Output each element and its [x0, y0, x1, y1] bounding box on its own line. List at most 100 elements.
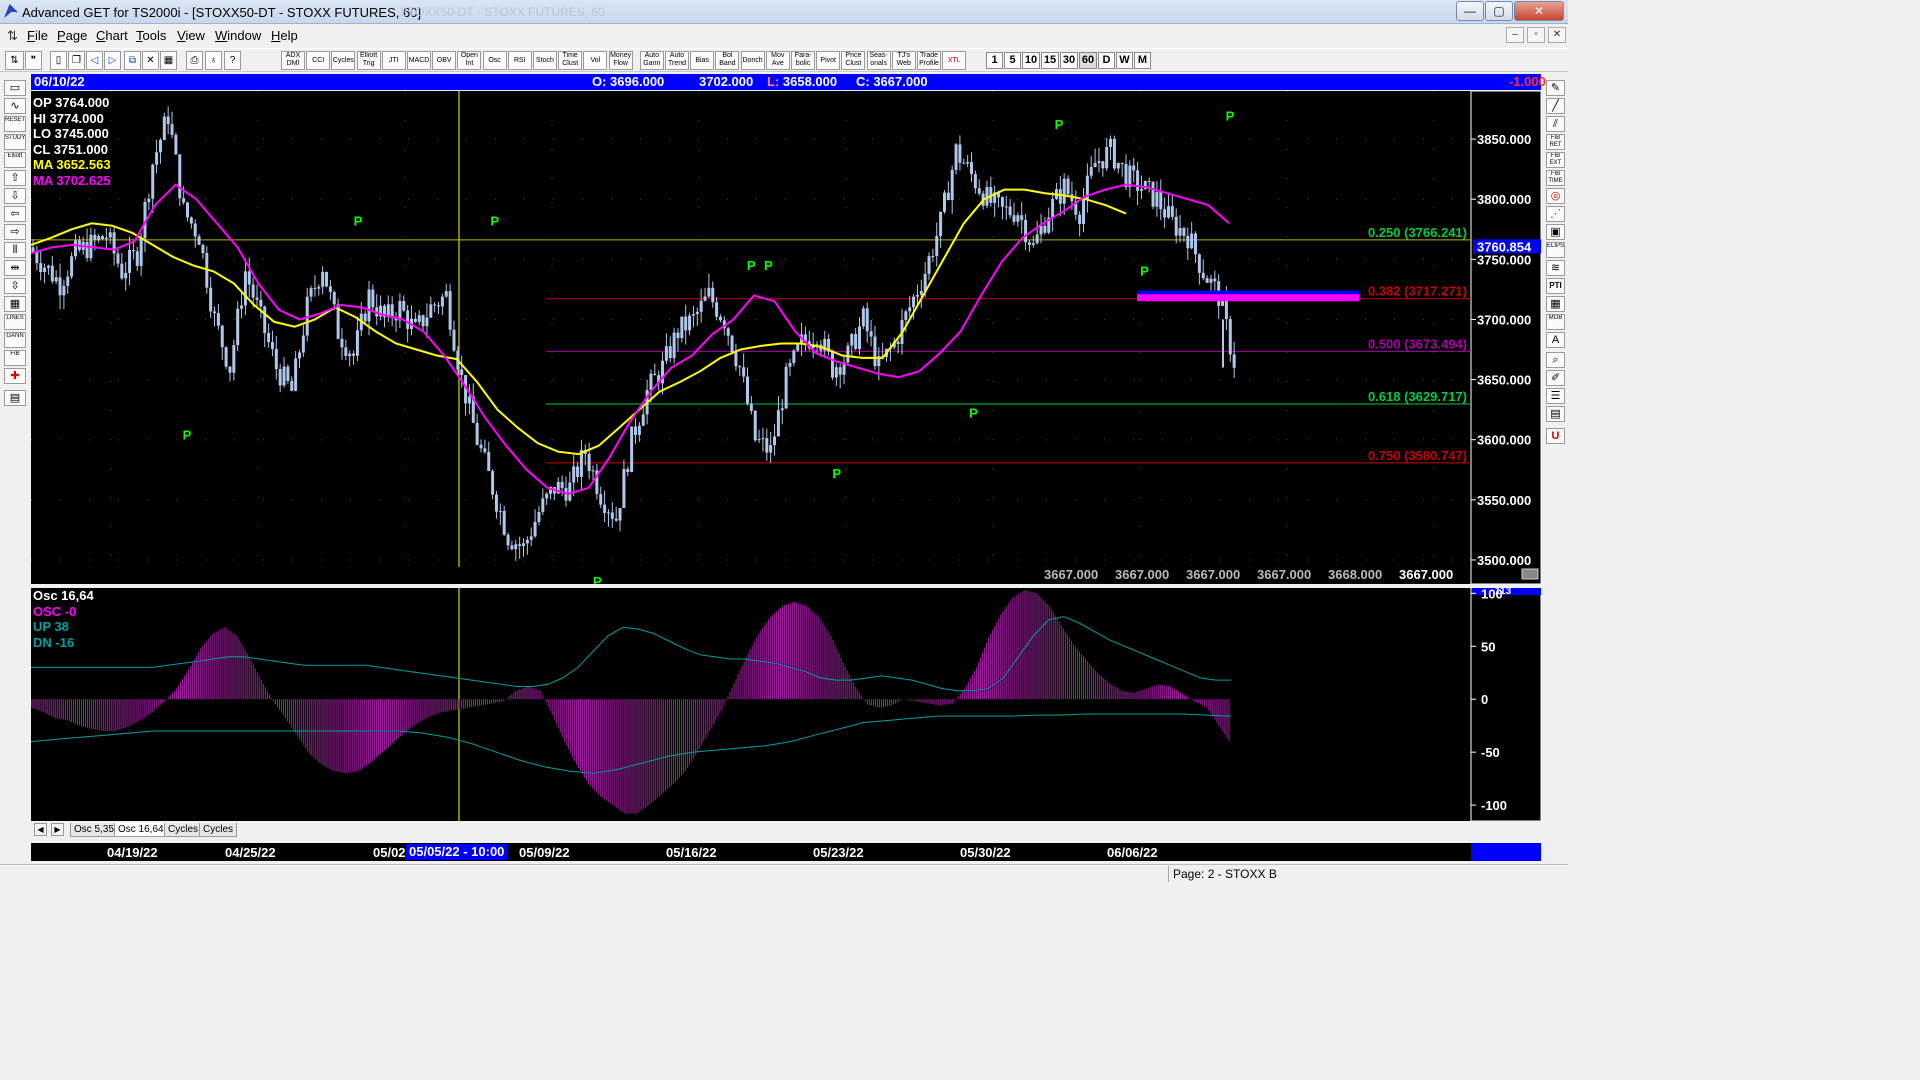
candle-body[interactable]	[838, 367, 842, 375]
indicator-button-vol[interactable]: Vol	[583, 51, 608, 70]
candle-body[interactable]	[1178, 228, 1182, 236]
candle-body[interactable]	[614, 518, 618, 521]
menu-page[interactable]: Page	[57, 28, 87, 43]
candle-body[interactable]	[873, 336, 877, 367]
candle-body[interactable]	[236, 308, 240, 346]
candle-body[interactable]	[931, 255, 935, 257]
candle-body[interactable]	[776, 410, 780, 437]
compress-icon[interactable]: ⇳	[4, 278, 26, 294]
candle-body[interactable]	[1170, 206, 1174, 217]
indicator-button-cci[interactable]: CCI	[306, 51, 331, 70]
candle-body[interactable]	[128, 249, 132, 273]
candle-body[interactable]	[73, 240, 77, 257]
candle-body[interactable]	[545, 493, 549, 499]
menu-chart[interactable]: Chart	[96, 28, 128, 43]
candle-body[interactable]	[738, 366, 742, 368]
candle-body[interactable]	[1101, 161, 1105, 169]
candle-body[interactable]	[1008, 206, 1012, 216]
candle-body[interactable]	[62, 285, 66, 296]
candle-body[interactable]	[529, 536, 533, 540]
candle-body[interactable]	[1112, 138, 1116, 169]
candle-body[interactable]	[749, 403, 753, 411]
candle-body[interactable]	[278, 369, 282, 386]
matrix-tool-icon[interactable]: ▦	[1546, 296, 1565, 312]
candle-body[interactable]	[1097, 161, 1101, 163]
candle-body[interactable]	[1201, 272, 1205, 279]
candle-body[interactable]	[1213, 278, 1217, 282]
quote-icon[interactable]: ❞	[25, 51, 42, 70]
crosshair-icon[interactable]: ✚	[4, 368, 26, 384]
reset-button[interactable]: RESET	[4, 116, 26, 132]
oscillator-chart[interactable]: 113100500-50-100	[31, 588, 1541, 821]
study-button[interactable]: STUDY	[4, 134, 26, 150]
candle-body[interactable]	[1089, 167, 1093, 176]
candle-body[interactable]	[282, 366, 286, 386]
candle-body[interactable]	[850, 334, 854, 346]
candle-body[interactable]	[417, 315, 421, 322]
indicator-button-bias[interactable]: Bias	[690, 51, 715, 70]
candle-body[interactable]	[680, 316, 684, 339]
candle-body[interactable]	[162, 116, 166, 140]
candle-body[interactable]	[977, 188, 981, 194]
candle-body[interactable]	[328, 286, 332, 293]
menu-tools[interactable]: Tools	[136, 28, 166, 43]
candle-body[interactable]	[1174, 216, 1178, 236]
text-tool-icon[interactable]: A	[1546, 332, 1565, 348]
candle-body[interactable]	[1139, 189, 1143, 191]
candle-body[interactable]	[784, 366, 788, 409]
indicator-button-elliott-trig[interactable]: Elliott Trig	[356, 51, 381, 70]
help-icon[interactable]: ?	[224, 51, 241, 70]
mdi-close-button[interactable]: ✕	[1548, 27, 1566, 43]
pencil-icon[interactable]: ✎	[1546, 80, 1565, 96]
candle-body[interactable]	[1147, 180, 1151, 182]
candle-body[interactable]	[861, 308, 865, 327]
candle-body[interactable]	[1024, 219, 1028, 243]
candle-body[interactable]	[908, 307, 912, 312]
bulb-icon[interactable]: ♁	[205, 51, 222, 70]
candle-body[interactable]	[537, 511, 541, 522]
arrow-left-icon[interactable]: ⇦	[4, 206, 26, 222]
properties-icon[interactable]: ▤	[4, 390, 26, 406]
candle-body[interactable]	[1093, 162, 1097, 168]
pivot-marker[interactable]: P	[354, 213, 363, 228]
candle-body[interactable]	[691, 314, 695, 316]
menu-file[interactable]: File	[27, 28, 48, 43]
report-tool-icon[interactable]: ▤	[1546, 406, 1565, 422]
candle-body[interactable]	[1078, 214, 1082, 224]
candle-body[interactable]	[1058, 189, 1062, 204]
candle-body[interactable]	[1132, 165, 1136, 171]
title-bar[interactable]: Advanced GET for TS2000i - [STOXX50-DT -…	[0, 0, 1568, 24]
menu-view[interactable]: View	[177, 28, 205, 43]
arrow-right-icon[interactable]: ⇨	[4, 224, 26, 240]
candle-body[interactable]	[622, 469, 626, 509]
candle-body[interactable]	[166, 116, 170, 125]
delete-icon[interactable]: ✕	[142, 51, 159, 70]
fib-retracement-button[interactable]: FIB RET	[1546, 134, 1565, 150]
box-tool-icon[interactable]: ▣	[1546, 224, 1565, 240]
candle-body[interactable]	[734, 352, 738, 367]
candle-body[interactable]	[1109, 138, 1113, 147]
candle-body[interactable]	[413, 318, 417, 322]
candle-body[interactable]	[367, 289, 371, 322]
scroll-left-icon[interactable]: ◁	[86, 51, 103, 70]
candle-body[interactable]	[711, 287, 715, 303]
candle-body[interactable]	[255, 297, 259, 300]
candle-body[interactable]	[1128, 165, 1132, 188]
candle-body[interactable]	[1166, 206, 1170, 218]
candle-body[interactable]	[769, 445, 773, 453]
tab-osc-5-35[interactable]: Osc 5,35	[70, 823, 119, 837]
indicator-button-macd[interactable]: MACD	[407, 51, 431, 70]
candle-body[interactable]	[479, 444, 483, 449]
candle-body[interactable]	[1043, 225, 1047, 233]
fib-button[interactable]: FIB	[4, 350, 26, 366]
pti-button[interactable]: PTI	[1546, 278, 1565, 294]
candle-body[interactable]	[421, 315, 425, 327]
candle-body[interactable]	[525, 539, 529, 544]
candle-body[interactable]	[672, 332, 676, 359]
candle-body[interactable]	[950, 169, 954, 201]
candle-body[interactable]	[518, 544, 522, 546]
candle-body[interactable]	[491, 470, 495, 495]
candle-body[interactable]	[1224, 299, 1228, 320]
channel-tool-icon[interactable]: ⫽	[1546, 116, 1565, 132]
candle-body[interactable]	[688, 315, 692, 331]
